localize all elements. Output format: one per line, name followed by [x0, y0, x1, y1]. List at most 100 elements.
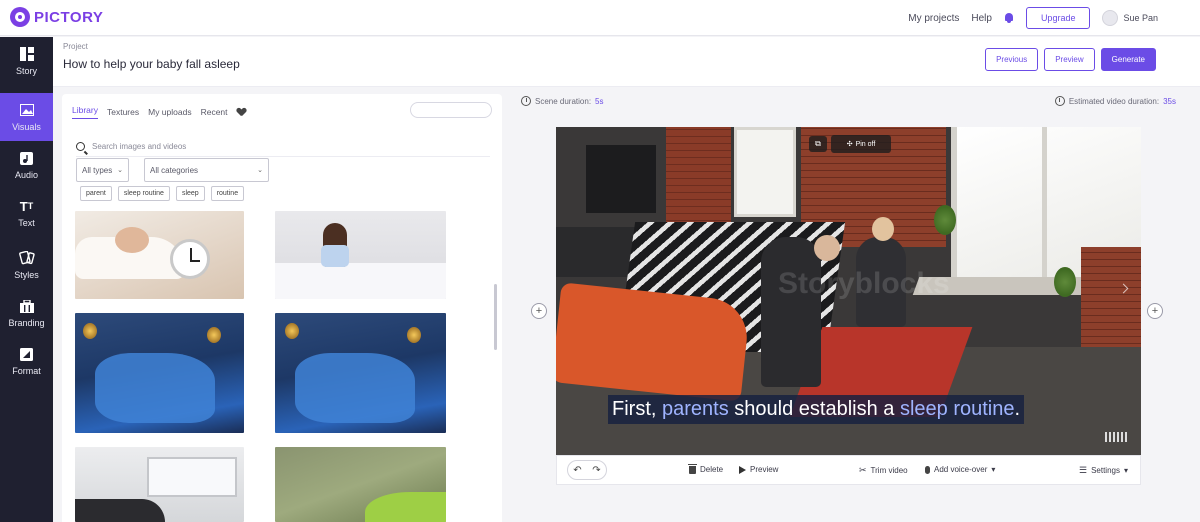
thumb-shirt	[321, 245, 349, 267]
favorites-heart-icon[interactable]	[237, 108, 246, 116]
thumb-lamp	[285, 323, 299, 339]
help-link[interactable]: Help	[971, 13, 992, 24]
library-scrollbar[interactable]	[494, 284, 497, 350]
notifications-bell-icon[interactable]	[1004, 12, 1014, 24]
tab-library[interactable]: Library	[72, 105, 98, 119]
caption-part: .	[1014, 398, 1021, 420]
sidebar-item-label: Text	[18, 218, 35, 228]
estimated-duration-value: 35s	[1163, 96, 1176, 106]
media-thumbnail[interactable]	[275, 447, 446, 522]
sidebar-item-label: Story	[15, 66, 37, 76]
top-bar: PICTORY My projects Help Upgrade Sue Pan	[0, 0, 1200, 36]
clock-icon	[1054, 96, 1065, 106]
clock-icon	[521, 96, 531, 106]
add-scene-before-plus-icon[interactable]: +	[531, 303, 547, 319]
sidebar-item-visuals[interactable]: Visuals	[0, 93, 53, 141]
video-preview[interactable]: Storyblocks ⧉ ✣ Pin off First, parents s…	[556, 127, 1141, 455]
caption-part: should establish a	[728, 398, 900, 420]
thumb-lamp	[407, 327, 421, 343]
media-thumbnail[interactable]	[75, 211, 244, 299]
settings-label: Settings	[1091, 466, 1120, 475]
music-icon	[19, 150, 35, 166]
thumb-blanket	[295, 353, 415, 423]
pin-toggle[interactable]: ✣ Pin off	[831, 135, 891, 153]
alarm-clock-graphic	[170, 239, 210, 279]
add-voiceover-button[interactable]: Add voice-over ▾	[925, 465, 995, 474]
sidebar-item-label: Branding	[8, 318, 45, 328]
generate-button[interactable]: Generate	[1100, 48, 1156, 71]
tab-recent[interactable]: Recent	[201, 107, 228, 117]
tag-chip[interactable]: sleep	[175, 186, 205, 201]
thumb-window	[147, 457, 237, 497]
trim-video-button[interactable]: ✂ Trim video	[859, 465, 908, 476]
tag-chip[interactable]: parent	[80, 186, 112, 201]
user-name: Sue Pan	[1123, 13, 1158, 23]
scene-duration-value: 5s	[595, 96, 604, 106]
library-action-button[interactable]	[410, 102, 492, 118]
media-thumbnail[interactable]	[275, 211, 446, 299]
chevron-down-icon: ⌄	[257, 167, 263, 174]
delete-label: Delete	[700, 465, 724, 474]
stock-watermark: Storyblocks	[778, 267, 950, 300]
scene-bedspread	[556, 282, 751, 402]
tab-textures[interactable]: Textures	[107, 107, 139, 117]
copy-icon[interactable]: ⧉	[809, 136, 827, 152]
scene-woman-head	[872, 217, 894, 241]
tag-chip[interactable]: sleep routine	[117, 186, 170, 201]
sidebar-item-audio[interactable]: Audio	[0, 141, 53, 189]
sidebar-item-text[interactable]: TT Text	[0, 189, 53, 237]
caption-part: First,	[612, 398, 662, 420]
logo-text: PICTORY	[34, 8, 104, 26]
chevron-down-icon: ⌄	[117, 167, 123, 174]
delete-button[interactable]: Delete	[688, 463, 724, 474]
media-thumbnail[interactable]	[75, 313, 244, 433]
upgrade-button[interactable]: Upgrade	[1025, 7, 1091, 29]
pictory-logo-icon	[10, 7, 30, 27]
thumb-shadow	[75, 499, 165, 522]
trim-label: Trim video	[870, 466, 908, 475]
estimated-duration-label: Estimated video duration:	[1068, 96, 1160, 106]
header-actions: Previous Preview Generate	[985, 48, 1156, 71]
estimated-duration: Estimated video duration: 35s	[1054, 96, 1176, 106]
previous-button[interactable]: Previous	[985, 48, 1039, 71]
sidebar-item-label: Visuals	[12, 122, 41, 132]
undo-redo-group: ↶ ↷	[567, 460, 607, 480]
search-row	[76, 137, 490, 157]
project-label: Project	[63, 42, 88, 51]
category-select[interactable]: All categories ⌄	[144, 158, 269, 182]
caption-text[interactable]: First, parents should establish a sleep …	[608, 395, 1025, 424]
redo-icon[interactable]: ↷	[592, 465, 600, 476]
audio-wave-icon	[1105, 432, 1127, 442]
sidebar-item-styles[interactable]: Styles	[0, 241, 53, 289]
preview-scene-button[interactable]: Preview	[739, 465, 778, 474]
media-thumbnail[interactable]	[275, 313, 446, 433]
add-scene-after-plus-icon[interactable]: +	[1147, 303, 1163, 319]
scene-window-frame	[1042, 127, 1047, 287]
settings-button[interactable]: ☰ Settings ▾	[1079, 465, 1128, 476]
tag-chip[interactable]: routine	[210, 186, 245, 201]
project-title[interactable]: How to help your baby fall asleep	[63, 57, 240, 71]
thumb-bed	[275, 263, 446, 299]
voiceover-label: Add voice-over	[934, 465, 988, 474]
image-icon	[19, 102, 35, 118]
sidebar-item-story[interactable]: Story	[0, 37, 53, 85]
undo-icon[interactable]: ↶	[573, 465, 581, 476]
sidebar-item-format[interactable]: Format	[0, 337, 53, 385]
my-projects-link[interactable]: My projects	[908, 13, 959, 24]
keyword-tags: parent sleep routine sleep routine	[80, 186, 245, 201]
sidebar-item-branding[interactable]: Branding	[0, 289, 53, 337]
scene-window	[734, 127, 796, 217]
scene-brick-wall	[666, 127, 731, 227]
tab-my-uploads[interactable]: My uploads	[148, 107, 191, 117]
scene-man	[761, 237, 821, 387]
sidebar-item-label: Audio	[14, 170, 39, 180]
media-thumbnail[interactable]	[75, 447, 244, 522]
pictory-logo[interactable]: PICTORY	[10, 7, 103, 27]
scene-man-head	[814, 235, 840, 261]
thumb-blanket	[95, 353, 215, 423]
user-menu[interactable]: Sue Pan	[1102, 10, 1158, 26]
type-select[interactable]: All types ⌄	[76, 158, 129, 182]
styles-icon	[18, 250, 35, 266]
preview-button[interactable]: Preview	[1044, 48, 1095, 71]
search-input[interactable]	[92, 142, 472, 151]
